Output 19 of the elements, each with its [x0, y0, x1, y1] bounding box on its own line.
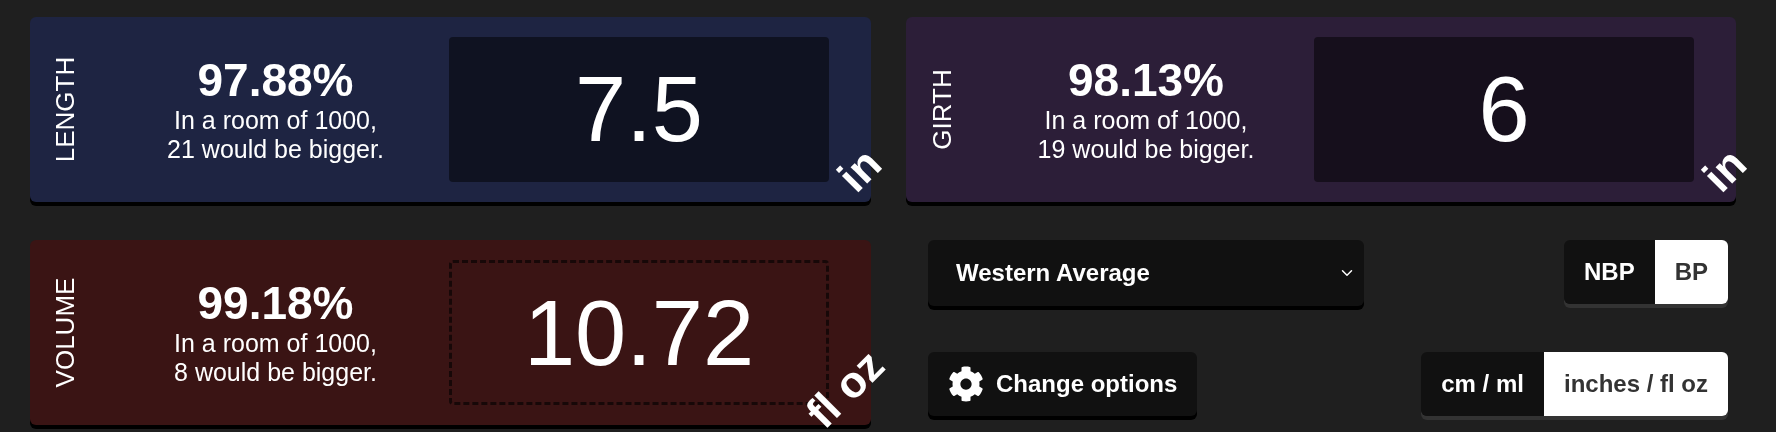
comparison-text: In a room of 1000, 21 would be bigger.: [167, 106, 384, 164]
toggle-option[interactable]: cm / ml: [1421, 352, 1544, 416]
unit-label: in: [1695, 140, 1754, 200]
toggle-option[interactable]: NBP: [1564, 240, 1655, 304]
unit-label: fl oz: [798, 342, 892, 432]
unit-label: in: [830, 140, 889, 200]
measurement-label: GIRTH: [925, 69, 958, 150]
percentile: 99.18%: [197, 278, 354, 330]
toggle-option[interactable]: BP: [1654, 240, 1728, 304]
measurement-label: LENGTH: [49, 56, 82, 163]
measurement-label: VOLUME: [49, 277, 82, 388]
comparison-text: In a room of 1000, 19 would be bigger.: [1037, 106, 1255, 164]
percentile: 98.13%: [1068, 55, 1224, 107]
comparison-text: In a room of 1000, 8 would be bigger.: [174, 329, 377, 387]
settings-icon: [948, 366, 984, 402]
percentile: 97.88%: [197, 55, 354, 107]
toggle-option[interactable]: inches / fl oz: [1543, 352, 1728, 416]
value-field[interactable]: 7.5: [449, 37, 829, 182]
value-field[interactable]: 6: [1314, 37, 1694, 182]
